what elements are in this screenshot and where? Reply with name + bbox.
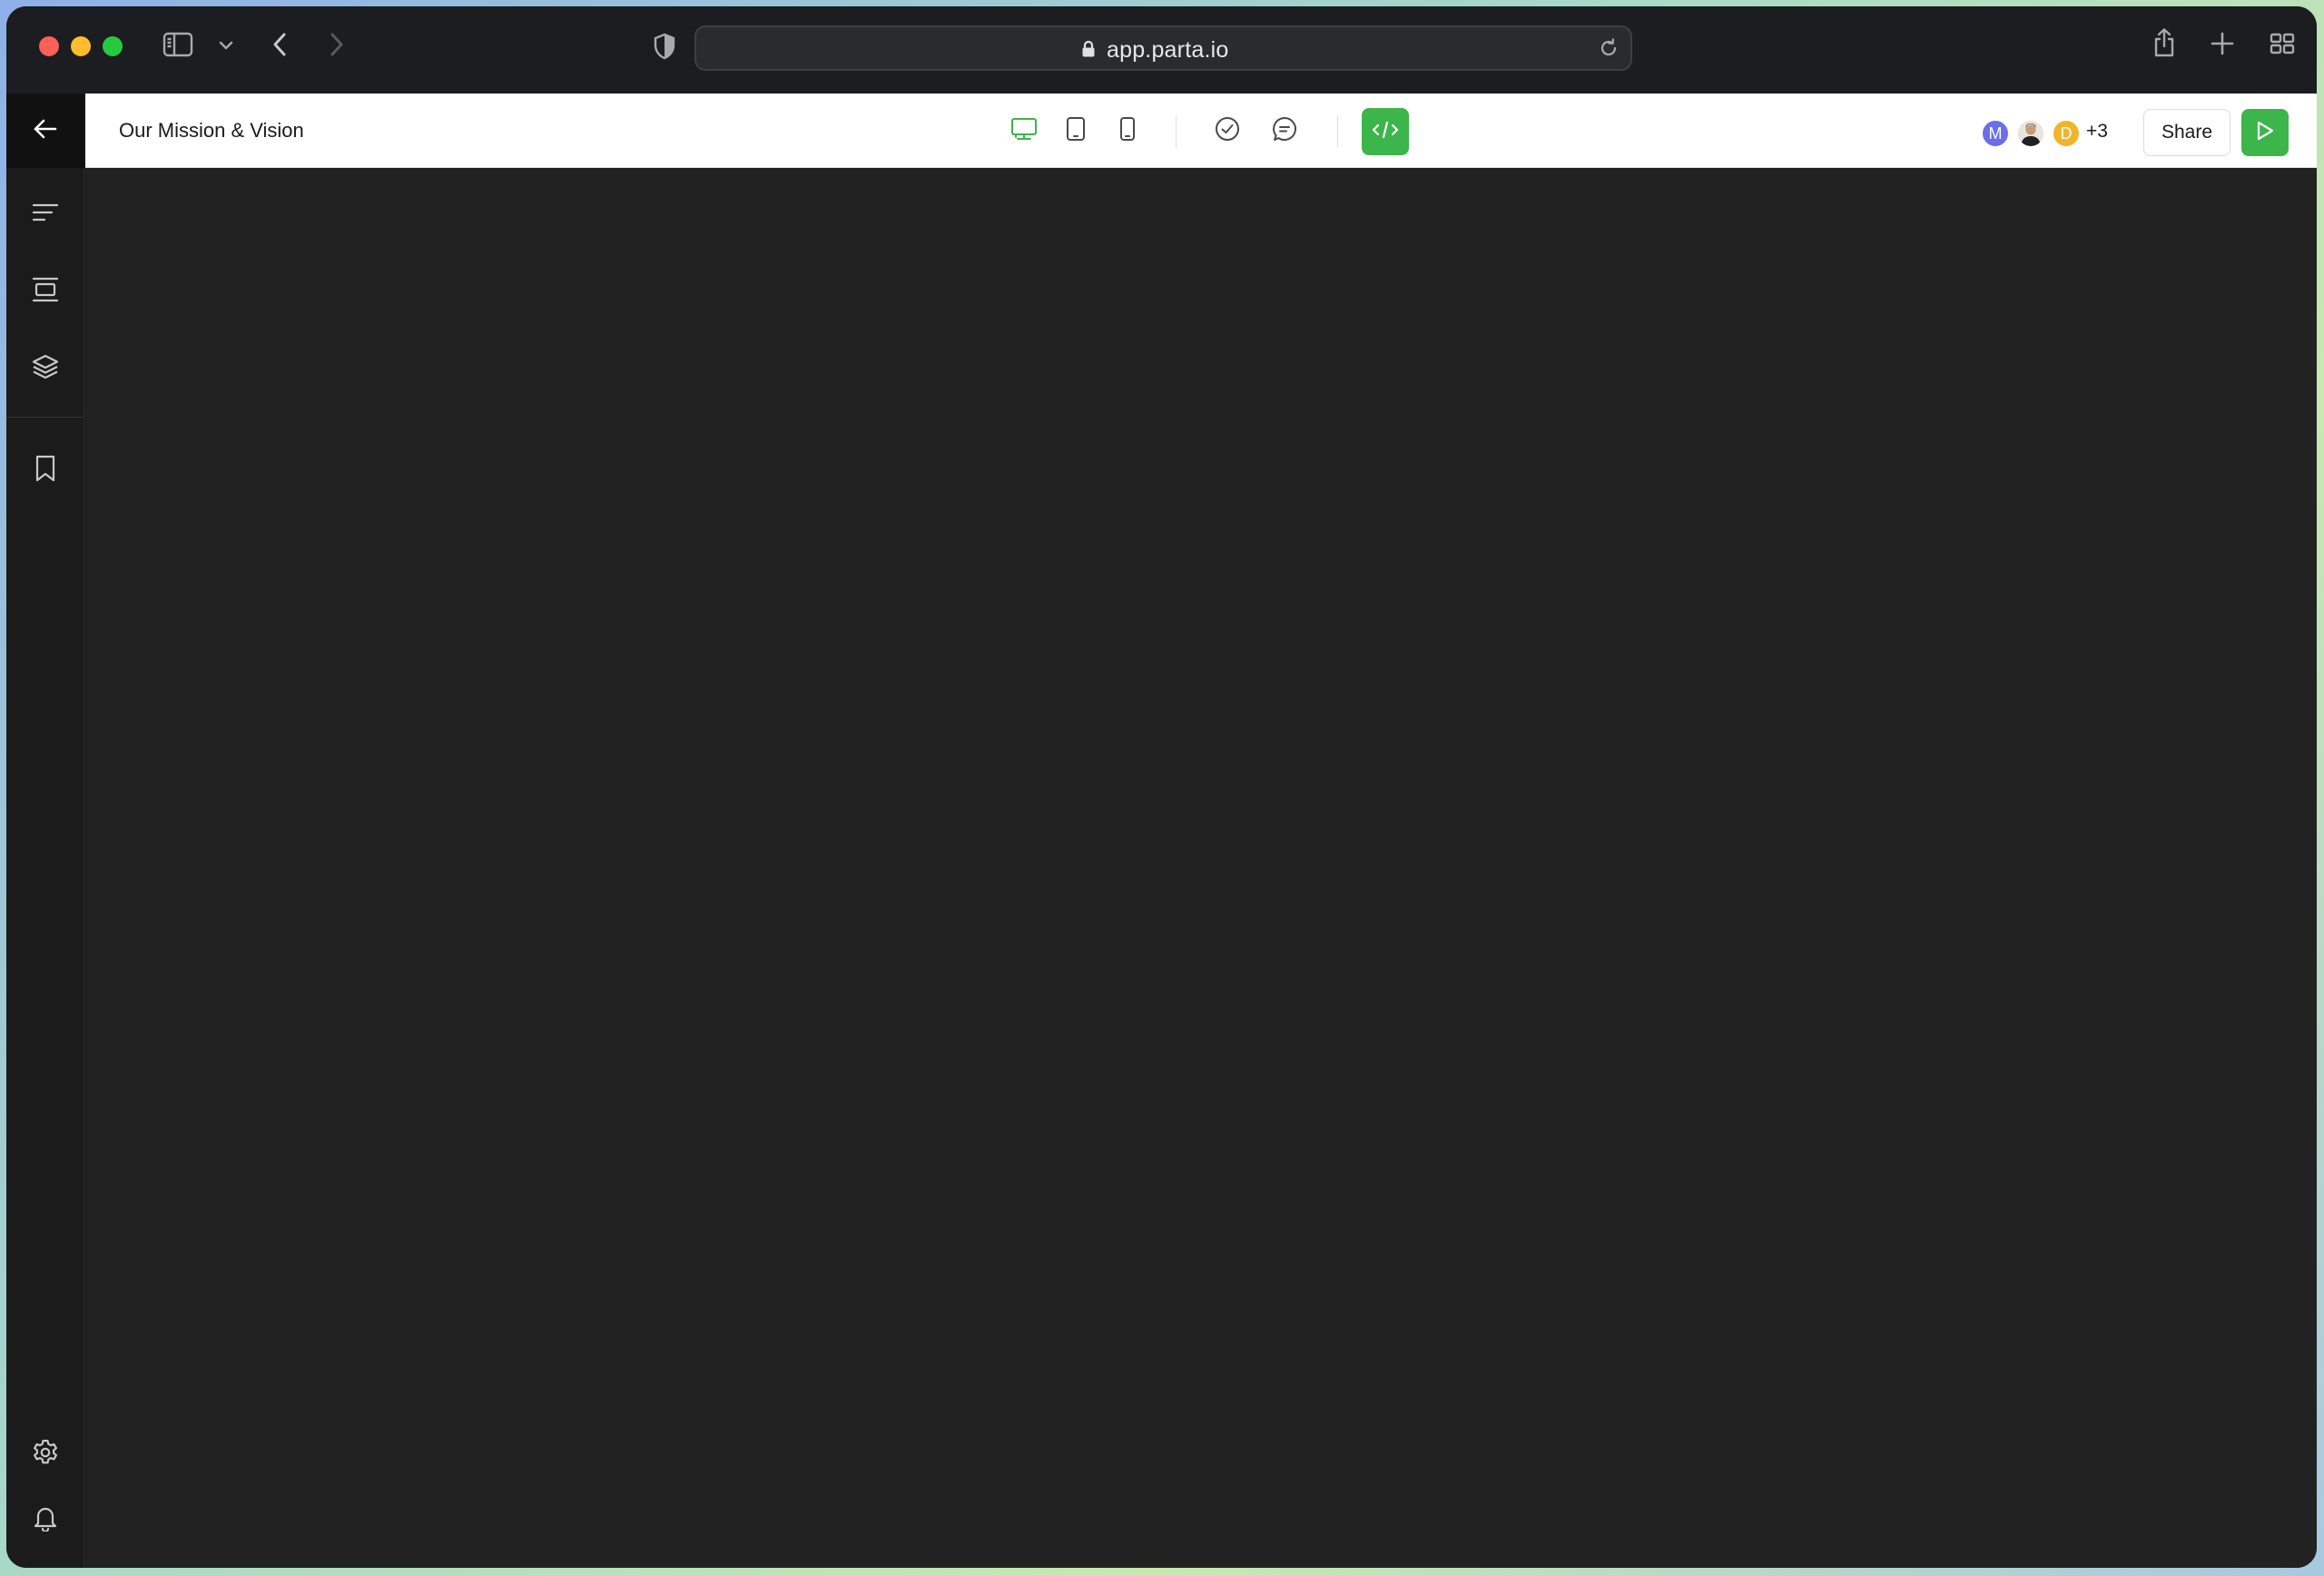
chevron-down-icon[interactable]: [219, 41, 233, 50]
left-rail: [6, 94, 84, 1568]
avatar-initial: M: [1988, 123, 2003, 143]
url-text: app.parta.io: [1107, 37, 1229, 63]
share-button[interactable]: Share: [2143, 109, 2230, 156]
toolbar-divider: [1337, 115, 1338, 148]
notifications-button[interactable]: [26, 1501, 64, 1539]
browser-window: app.parta.io Our Mission & Vision M D +3…: [6, 6, 2317, 1568]
bell-icon: [33, 1504, 58, 1536]
code-icon: [1372, 120, 1399, 144]
preview-button[interactable]: [2241, 109, 2289, 156]
sections-button[interactable]: [26, 272, 64, 310]
code-view-button[interactable]: [1362, 108, 1409, 155]
comments-button[interactable]: [1265, 112, 1304, 150]
sidebar-toggle-icon[interactable]: [162, 32, 193, 57]
editor-toolbar: Our Mission & Vision M D +3 Share: [85, 94, 2317, 168]
address-bar[interactable]: app.parta.io: [694, 25, 1632, 71]
mobile-view-button[interactable]: [1108, 112, 1147, 150]
tab-overview-icon[interactable]: [2270, 33, 2295, 54]
user-photo-icon: [2018, 121, 2043, 146]
check-circle-icon: [1215, 116, 1240, 146]
comment-icon: [1272, 116, 1297, 146]
privacy-shield-icon[interactable]: [653, 33, 676, 60]
zoom-window-button[interactable]: [103, 36, 123, 56]
avatar-initial: D: [2060, 123, 2073, 143]
browser-toolbar: app.parta.io: [6, 6, 2317, 94]
share-icon[interactable]: [2152, 27, 2177, 58]
editor-canvas[interactable]: [85, 169, 2317, 1568]
more-collaborators-count[interactable]: +3: [2086, 121, 2108, 143]
layers-button[interactable]: [26, 350, 64, 388]
back-button[interactable]: [6, 94, 84, 168]
toolbar-divider: [1176, 115, 1177, 148]
mobile-icon: [1119, 116, 1136, 146]
settings-button[interactable]: [26, 1435, 64, 1473]
text-lines-icon: [32, 202, 59, 228]
lock-icon: [1081, 40, 1096, 63]
arrow-left-icon: [33, 118, 58, 144]
page-title: Our Mission & Vision: [119, 119, 304, 142]
gear-icon: [32, 1439, 59, 1471]
new-tab-plus-icon[interactable]: [2211, 32, 2234, 55]
back-arrow-icon[interactable]: [272, 32, 287, 57]
avatar[interactable]: D: [2052, 119, 2081, 148]
desktop-view-button[interactable]: [1005, 112, 1043, 150]
sections-icon: [32, 277, 59, 307]
bookmarks-button[interactable]: [26, 451, 64, 489]
tablet-icon: [1066, 116, 1086, 146]
layers-icon: [32, 354, 59, 384]
outline-button[interactable]: [26, 195, 64, 233]
desktop-icon: [1010, 117, 1038, 145]
avatar[interactable]: M: [1981, 119, 2010, 148]
avatar[interactable]: [2016, 119, 2045, 148]
rail-divider: [6, 417, 84, 418]
forward-arrow-icon[interactable]: [330, 32, 344, 57]
minimize-window-button[interactable]: [71, 36, 91, 56]
tablet-view-button[interactable]: [1057, 112, 1095, 150]
approve-button[interactable]: [1208, 112, 1246, 150]
close-window-button[interactable]: [39, 36, 59, 56]
play-icon: [2255, 120, 2275, 146]
reload-icon[interactable]: [1598, 37, 1620, 64]
bookmark-icon: [34, 455, 56, 487]
